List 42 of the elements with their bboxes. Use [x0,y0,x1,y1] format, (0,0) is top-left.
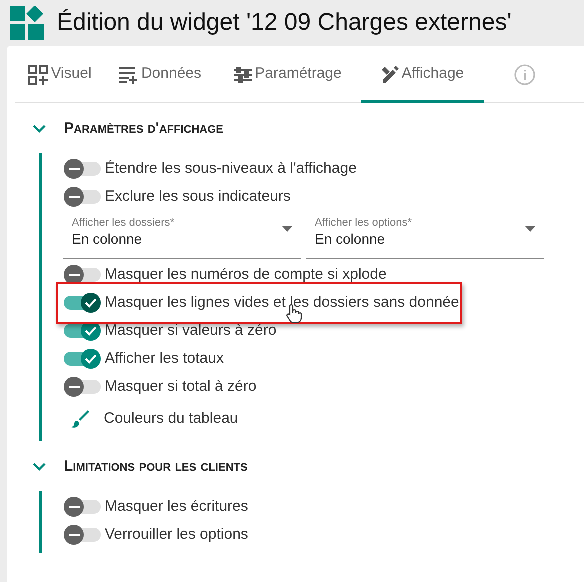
toggle-label: Afficher les totaux [105,350,224,368]
info-icon [514,64,536,86]
grid-plus-icon [28,64,48,84]
toggle-label: Masquer les lignes vides et les dossiers sans donnée [105,294,460,312]
tab[interactable]: Données [105,46,215,103]
tab[interactable]: Paramétrage [215,46,361,103]
chevron-icon[interactable] [33,125,47,133]
pencil-ruler-icon [380,66,399,84]
sliders-icon [234,66,252,82]
toggle-label: Verrouiller les options [105,526,248,544]
check-icon [85,298,97,308]
toggle-switch[interactable] [64,525,101,545]
table-colors-link[interactable]: Couleurs du tableau [64,401,238,437]
select-field[interactable]: Afficher les options* En colonne [306,213,544,259]
toggle-label: Masquer les écritures [105,498,248,516]
chevron-icon[interactable] [33,463,47,471]
window-title: Édition du widget '12 09 Charges externes' [57,8,512,38]
list-add-icon [118,66,138,84]
toggle-switch[interactable] [64,187,101,207]
toggle-label: Masquer les numéros de compte si xplode [105,266,387,284]
toggle-label: Masquer si valeurs à zéro [105,322,277,340]
section-title: Paramètres d'affichage [64,118,224,139]
toggle-label: Masquer si total à zéro [105,378,257,396]
toggle-switch[interactable] [64,377,101,397]
select-field[interactable]: Afficher les dossiers* En colonne [63,213,301,259]
dropdown-arrow-icon [282,226,293,232]
logo-icon [10,6,44,40]
toggle-switch[interactable] [64,265,101,285]
toggle-label: Étendre les sous-niveaux à l'affichage [105,160,357,178]
section-title: Limitations pour les clients [64,456,248,477]
toggle-label: Exclure les sous indicateurs [105,188,291,206]
dropdown-arrow-icon [525,226,536,232]
check-icon [85,326,97,336]
toggle-switch[interactable] [64,321,101,341]
paintbrush-icon [71,410,90,428]
toggle-switch[interactable] [64,293,101,313]
toggle-switch[interactable] [64,159,101,179]
toggle-switch[interactable] [64,349,101,369]
toggle-switch[interactable] [64,497,101,517]
tab[interactable]: Visuel [15,46,105,103]
check-icon [85,354,97,364]
tab[interactable]: Affichage [361,46,484,103]
